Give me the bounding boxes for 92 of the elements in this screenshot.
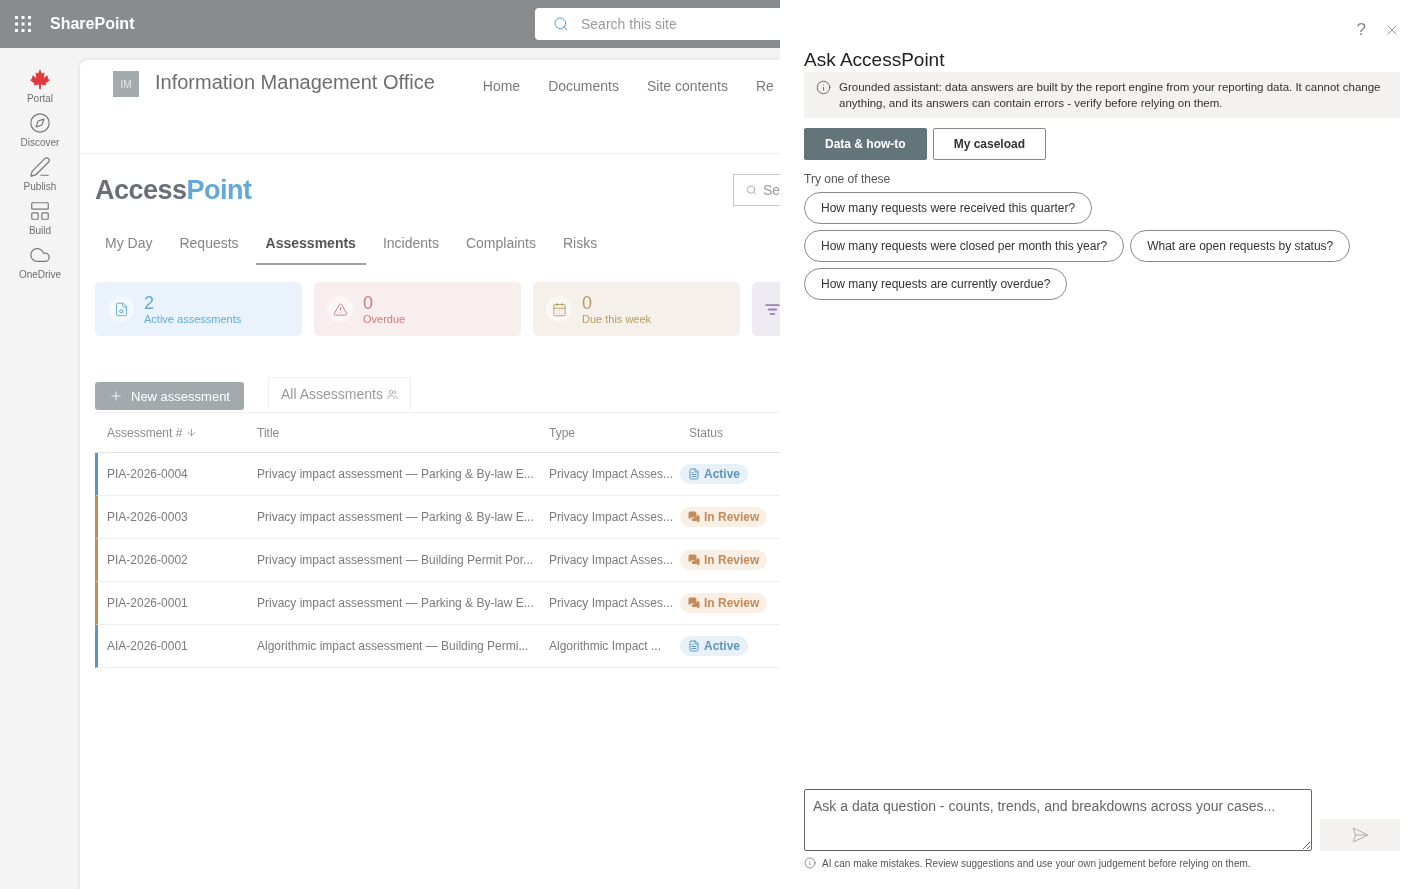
table-cell-text: Privacy Impact Asses... <box>548 510 675 524</box>
column-header[interactable]: Type <box>537 425 677 440</box>
search-field[interactable]: Search this site <box>535 8 780 40</box>
table-cell-text: AIA-2026-0001 <box>106 639 189 653</box>
search-icon <box>746 182 757 198</box>
disclaimer-text: AI can make mistakes. Review suggestions and use your own judgement before relying on them. <box>822 857 1251 869</box>
send-icon <box>1351 826 1369 844</box>
table-row[interactable]: PIA-2026-0001 Privacy impact assessment — Parking & By-law E... Privacy Impact Asses... In Review <box>95 582 780 625</box>
nav-link[interactable]: Site contents <box>646 78 728 94</box>
rail-label[interactable]: Portal <box>26 93 54 104</box>
tab[interactable]: Incidents <box>372 227 449 265</box>
rail-label[interactable]: Publish <box>23 181 57 192</box>
document-search-icon <box>113 301 129 317</box>
calendar-icon <box>551 301 567 317</box>
rail-label[interactable]: Build <box>28 225 52 236</box>
tab[interactable]: Risks <box>552 227 608 265</box>
notice-text: Grounded assistant: data answers are built by the report engine from your reporting data. It cannot change anything, and its answers can contain errors - verify before relying on them. <box>839 80 1382 111</box>
table-cell-text: PIA-2026-0002 <box>106 553 189 567</box>
nav-link[interactable]: Re <box>755 78 774 94</box>
info-icon <box>804 857 816 869</box>
stat-value: 0 <box>363 293 374 313</box>
stat-value: 0 <box>582 293 593 313</box>
table-cell-text: Privacy Impact Asses... <box>548 596 675 610</box>
layout-icon <box>29 200 51 222</box>
app-title[interactable]: SharePoint <box>50 15 135 33</box>
status-badge: In Review <box>680 593 768 613</box>
pen-icon <box>29 156 51 178</box>
search-placeholder: Se <box>762 182 780 198</box>
tab[interactable]: My Day <box>95 227 163 265</box>
compass-icon <box>29 112 51 134</box>
table-row[interactable]: AIA-2026-0001 Algorithmic impact assessment — Building Permi... Algorithmic Impact ... Active <box>95 625 780 668</box>
info-icon <box>816 80 831 95</box>
table-cell-text: Privacy impact assessment — Parking & By-law E... <box>256 467 535 481</box>
nav-link[interactable]: Home <box>482 78 521 94</box>
stat-label: Overdue <box>363 313 406 325</box>
search-placeholder: Search this site <box>581 16 677 32</box>
stat-value: 2 <box>144 293 155 313</box>
table-row[interactable]: PIA-2026-0004 Privacy impact assessment — Parking & By-law E... Privacy Impact Asses... Active <box>95 453 780 496</box>
nav-link[interactable]: Documents <box>548 78 619 94</box>
site-title: Information Management Office <box>155 71 435 94</box>
table-row[interactable]: PIA-2026-0002 Privacy impact assessment — Building Permit Por... Privacy Impact Asses... In Review <box>95 539 780 582</box>
document-icon <box>688 640 700 652</box>
table-cell-text: Privacy impact assessment — Parking & By-law E... <box>256 510 535 524</box>
table-cell-text: Privacy Impact Asses... <box>548 553 675 567</box>
suggestion-chip[interactable]: What are open requests by status? <box>1130 230 1351 262</box>
table-cell-text: Privacy Impact Asses... <box>548 467 675 481</box>
suggestion-chip[interactable]: How many requests were closed per month this year? <box>804 230 1125 262</box>
help-button[interactable]: ? <box>1356 18 1366 42</box>
list-icon <box>765 301 780 317</box>
plus-icon <box>109 389 123 403</box>
people-icon <box>386 388 398 400</box>
app-logo: AccessPoint <box>95 174 252 206</box>
table-cell-text: Privacy impact assessment — Building Permit Por... <box>256 553 535 567</box>
rail-label[interactable]: Discover <box>20 137 60 148</box>
suggestion-chip[interactable]: How many requests are currently overdue? <box>804 268 1068 300</box>
question-input[interactable]: Ask a data question - counts, trends, and breakdowns across your cases... <box>804 789 1312 851</box>
table-row[interactable]: PIA-2026-0003 Privacy impact assessment — Parking & By-law E... Privacy Impact Asses... In Review <box>95 496 780 539</box>
suggestions-heading: Try one of these <box>804 172 892 186</box>
stat-label: Active assessments <box>144 313 242 325</box>
maple-leaf-icon <box>29 68 51 90</box>
column-header[interactable]: Assessment # <box>95 425 245 440</box>
chat-icon <box>688 511 700 523</box>
tab[interactable]: Assessments <box>255 227 366 265</box>
panel-title: Ask AccessPoint <box>804 49 946 71</box>
mode-tab[interactable]: Data & how-to <box>804 128 927 160</box>
search-icon <box>553 16 569 32</box>
table-cell-text: PIA-2026-0004 <box>106 467 189 481</box>
view-tab[interactable]: All Assessments <box>268 377 411 410</box>
document-icon <box>688 468 700 480</box>
table-cell-text: Algorithmic Impact ... <box>548 639 663 653</box>
tab[interactable]: Requests <box>169 227 249 265</box>
warning-icon <box>332 301 348 317</box>
column-header[interactable]: Status <box>677 425 780 440</box>
table-cell-text: PIA-2026-0001 <box>106 596 189 610</box>
rail-label[interactable]: OneDrive <box>18 269 62 280</box>
new-assessment-button[interactable]: New assessment <box>95 382 244 410</box>
table-cell-text: Privacy impact assessment — Parking & By-law E... <box>256 596 535 610</box>
status-badge: Active <box>680 464 749 484</box>
chat-icon <box>688 597 700 609</box>
chat-icon <box>688 554 700 566</box>
stat-label: Due this week <box>582 313 652 325</box>
site-logo: IM <box>113 71 139 97</box>
status-badge: In Review <box>680 507 768 527</box>
app-launcher-icon[interactable] <box>14 15 32 33</box>
status-badge: Active <box>680 636 749 656</box>
table-cell-text: Algorithmic impact assessment — Building Permi... <box>256 639 530 653</box>
tab[interactable]: Complaints <box>455 227 546 265</box>
table-cell-text: PIA-2026-0003 <box>106 510 189 524</box>
column-header[interactable]: Title <box>245 425 537 440</box>
status-badge: In Review <box>680 550 768 570</box>
suggestion-chip[interactable]: How many requests were received this quarter? <box>804 192 1093 224</box>
mode-tab[interactable]: My caseload <box>932 128 1047 160</box>
